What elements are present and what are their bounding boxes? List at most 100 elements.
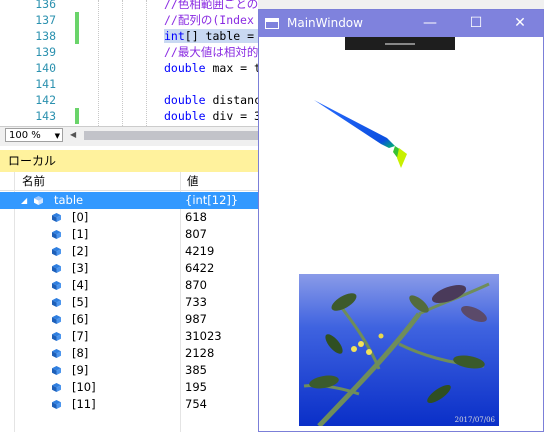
keyword: double — [164, 109, 206, 123]
locals-row[interactable]: [4] 870 — [0, 277, 258, 294]
code-line[interactable]: double distance — [164, 92, 258, 108]
variable-name: [10] — [72, 380, 96, 394]
line-number: 142 — [35, 93, 56, 107]
variable-name: [5] — [72, 295, 89, 309]
variable-icon — [52, 247, 61, 256]
change-marker — [75, 108, 79, 124]
variable-icon — [52, 366, 61, 375]
locals-row[interactable]: [6] 987 — [0, 311, 258, 328]
locals-row[interactable]: [1] 807 — [0, 226, 258, 243]
locals-row[interactable]: [0] 618 — [0, 209, 258, 226]
window-titlebar[interactable]: MainWindow — ☐ ✕ — [259, 10, 543, 37]
line-number: 141 — [35, 77, 56, 91]
editor-status-bar: 100 % ▼ ◀ — [0, 126, 258, 144]
line-number: 136 — [35, 0, 56, 11]
code-line[interactable]: //色相範囲ごとのピクセル数配列 — [164, 0, 258, 12]
code-line[interactable]: double max = ta — [164, 60, 258, 76]
locals-pane: ローカル 名前 値 ◢ table {int[12]} [0] 618 [1] 807… — [0, 146, 258, 432]
keyword: double — [164, 93, 206, 107]
locals-row[interactable]: [5] 733 — [0, 294, 258, 311]
variable-value: 733 — [185, 295, 207, 309]
horizontal-scrollbar-thumb[interactable] — [84, 131, 258, 140]
variable-icon — [52, 315, 61, 324]
variable-icon — [52, 383, 61, 392]
variable-name: [11] — [72, 397, 96, 411]
code-line[interactable]: //配列の(Index — [164, 12, 254, 28]
variable-value: 31023 — [185, 329, 222, 343]
column-header-value[interactable]: 値 — [187, 172, 199, 190]
locals-row[interactable]: [2] 4219 — [0, 243, 258, 260]
variable-value: 870 — [185, 278, 207, 292]
histogram-spike-blue — [314, 100, 395, 148]
locals-row[interactable]: [7] 31023 — [0, 328, 258, 345]
keyword: int — [164, 29, 185, 43]
code-text: [] table = H — [184, 29, 258, 43]
variable-value: {int[12]} — [185, 193, 239, 207]
locals-row-table[interactable]: ◢ table {int[12]} — [0, 192, 258, 209]
line-number: 137 — [35, 13, 56, 27]
variable-icon — [52, 298, 61, 307]
variable-icon — [52, 349, 61, 358]
variable-icon — [34, 196, 43, 205]
minimize-button[interactable]: — — [411, 10, 449, 37]
code-line[interactable]: //最大値は相対的 — [164, 44, 258, 60]
locals-header: 名前 値 — [0, 172, 258, 191]
code-text: div = 36 — [212, 109, 258, 123]
indent-guide — [146, 0, 147, 126]
locals-title[interactable]: ローカル — [0, 150, 258, 172]
line-number: 143 — [35, 109, 56, 123]
variable-value: 754 — [185, 397, 207, 411]
variable-icon — [52, 230, 61, 239]
zoom-dropdown[interactable]: 100 % ▼ — [5, 128, 63, 142]
line-number-gutter: 136137138139140141142143144 — [0, 0, 72, 126]
zoom-level: 100 % — [9, 130, 41, 141]
locals-row[interactable]: [3] 6422 — [0, 260, 258, 277]
variable-value: 618 — [185, 210, 207, 224]
indent-guide — [122, 0, 123, 126]
locals-row[interactable]: [10] 195 — [0, 379, 258, 396]
indent-guide — [98, 0, 99, 126]
variable-name: [1] — [72, 227, 89, 241]
keyword: double — [164, 61, 206, 75]
code-editor[interactable]: 136137138139140141142143144 //色相範囲ごとのピクセ… — [0, 0, 258, 126]
variable-name: [6] — [72, 312, 89, 326]
code-line[interactable]: int[] table = H — [164, 28, 258, 44]
scroll-left-icon[interactable]: ◀ — [70, 130, 76, 139]
variable-icon — [52, 400, 61, 409]
locals-row[interactable]: [8] 2128 — [0, 345, 258, 362]
code-text: //配列の(Index — [164, 13, 254, 27]
variable-name: [3] — [72, 261, 89, 275]
variable-icon — [52, 264, 61, 273]
variable-name: [8] — [72, 346, 89, 360]
variable-value: 4219 — [185, 244, 215, 258]
maximize-button[interactable]: ☐ — [457, 10, 495, 37]
column-header-name[interactable]: 名前 — [22, 172, 45, 190]
main-window: MainWindow — ☐ ✕ 2017/07/06 — [258, 9, 544, 432]
variable-name: [4] — [72, 278, 89, 292]
close-button[interactable]: ✕ — [501, 10, 539, 37]
variable-value: 385 — [185, 363, 207, 377]
debug-toolbar-stub[interactable] — [345, 37, 455, 50]
change-marker — [75, 12, 79, 28]
chevron-down-icon[interactable]: ▼ — [55, 129, 60, 143]
code-text: max = ta — [212, 61, 258, 75]
collapse-icon[interactable]: ◢ — [21, 192, 27, 209]
line-number: 139 — [35, 45, 56, 59]
locals-row[interactable]: [9] 385 — [0, 362, 258, 379]
change-marker — [75, 28, 79, 44]
code-text: //色相範囲ごとのピクセル数配列 — [164, 0, 258, 11]
window-app-icon — [265, 18, 279, 29]
window-title: MainWindow — [287, 16, 363, 30]
variable-name: table — [54, 193, 84, 207]
code-line[interactable]: double div = 36 — [164, 108, 258, 124]
variable-icon — [52, 281, 61, 290]
variable-name: [0] — [72, 210, 89, 224]
line-number: 138 — [35, 29, 56, 43]
histogram-spike-yellow — [397, 148, 407, 168]
locals-row[interactable]: [11] 754 — [0, 396, 258, 413]
code-text: distance — [212, 93, 258, 107]
variable-name: [2] — [72, 244, 89, 258]
tomato-plant-photo: 2017/07/06 — [299, 274, 499, 426]
variable-value: 807 — [185, 227, 207, 241]
variable-value: 2128 — [185, 346, 215, 360]
